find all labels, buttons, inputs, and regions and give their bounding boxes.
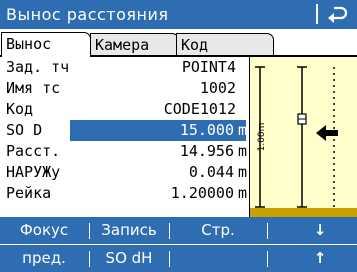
field-value: CODE1012 (163, 100, 236, 118)
field-label: SO D (6, 121, 43, 139)
field-unit: m (238, 142, 248, 160)
field-unit: m (238, 121, 248, 139)
title-separator (316, 4, 318, 24)
softkey-bar-1: Фокус Запись Стр. ↓ (0, 217, 357, 244)
softkey-page[interactable]: Стр. (170, 217, 266, 244)
field-label: Имя тс (6, 79, 61, 97)
field-value: 14.956 (179, 142, 234, 160)
field-value[interactable]: 15.000 (180, 121, 234, 139)
field-row-stakeout-distance[interactable]: SO D 15.000 m (0, 120, 250, 141)
field-label: Зад. тч (6, 58, 70, 76)
scroll-down-icon[interactable]: ↓ (300, 217, 340, 244)
field-label: Код (6, 100, 34, 118)
field-value: 0.044 (188, 163, 234, 181)
softkey-empty[interactable] (268, 245, 282, 272)
field-label: Рейка (6, 184, 52, 202)
field-unit: m (238, 163, 248, 181)
field-value: 1.20000 (170, 184, 234, 202)
field-value: 1002 (199, 79, 236, 97)
softkey-record[interactable]: Запись (90, 217, 168, 244)
tab-camera[interactable]: Камера (90, 33, 179, 56)
stakeout-screen: Вынос расстояния Вынос Камера Код Зад. т… (0, 0, 357, 272)
softkey-previous[interactable]: пред. (0, 245, 88, 272)
field-unit: m (238, 184, 248, 202)
field-row-outward[interactable]: НАРУЖу 0.044 m (0, 162, 250, 183)
softkey-so-dh[interactable]: SO dH (90, 245, 168, 272)
field-label: НАРУЖу (6, 163, 61, 181)
stakeout-graphic-canvas: 1.00m (255, 66, 338, 208)
scale-label: 1.00m (257, 123, 267, 152)
field-label: Расст. (6, 142, 61, 160)
softkey-bar-2: пред. SO dH ↑ (0, 245, 357, 272)
title-bar: Вынос расстояния (0, 0, 357, 29)
field-row-code[interactable]: Код CODE1012 (0, 99, 250, 120)
tab-stakeout[interactable]: Вынос (1, 32, 91, 57)
softkey-empty[interactable] (268, 217, 282, 244)
field-row-reflector-height[interactable]: Рейка 1.20000 m (0, 183, 250, 204)
page-title: Вынос расстояния (6, 5, 169, 24)
tab-strip: Вынос Камера Код (0, 29, 357, 57)
stakeout-graphic: 1.00m (249, 57, 357, 227)
softkey-focus[interactable]: Фокус (0, 217, 88, 244)
field-value: POINT4 (181, 58, 236, 76)
stakeout-fields: Зад. тч POINT4 Имя тс 1002 Код CODE1012 … (0, 57, 250, 204)
field-row-backsight-point[interactable]: Зад. тч POINT4 (0, 57, 250, 78)
field-row-point-name[interactable]: Имя тс 1002 (0, 78, 250, 99)
scroll-up-icon[interactable]: ↑ (300, 245, 340, 272)
field-row-distance[interactable]: Расст. 14.956 m (0, 141, 250, 162)
return-arrow-icon[interactable] (326, 3, 350, 25)
tab-code[interactable]: Код (176, 33, 274, 56)
softkey-empty[interactable] (170, 245, 266, 272)
